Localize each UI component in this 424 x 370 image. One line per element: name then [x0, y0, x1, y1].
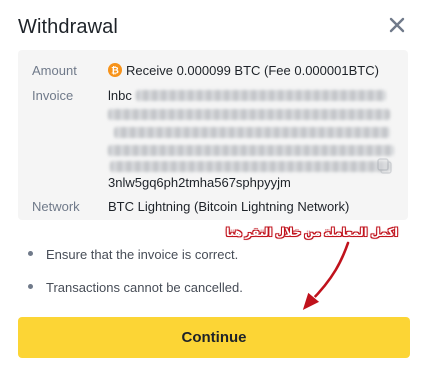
network-row: Network BTC Lightning (Bitcoin Lightning…: [18, 198, 408, 216]
invoice-prefix: lnbc: [108, 88, 132, 103]
invoice-line: [108, 125, 398, 138]
invoice-label: Invoice: [32, 88, 74, 103]
invoice-line: lnbc: [108, 88, 398, 103]
invoice-suffix: 3nlw5gq6ph2tmha567sphpyyjm: [108, 175, 291, 190]
bullet-icon: [28, 284, 33, 289]
redacted-text: [114, 127, 390, 138]
invoice-line: 3nlw5gq6ph2tmha567sphpyyjm: [108, 175, 398, 190]
red-arrow-icon: [301, 240, 351, 312]
network-value: BTC Lightning (Bitcoin Lightning Network…: [108, 199, 350, 214]
redacted-text: [108, 109, 390, 120]
invoice-row: Invoice lnbc 3nlw5gq6ph2tmha567sphpyyjm: [18, 87, 408, 190]
invoice-line: [108, 107, 398, 120]
bullet-icon: [28, 251, 33, 256]
continue-button[interactable]: Continue: [18, 317, 410, 358]
copy-icon[interactable]: [376, 157, 394, 175]
close-icon: [389, 17, 405, 33]
note-text: Transactions cannot be cancelled.: [46, 280, 243, 295]
amount-row: Amount ₿ Receive 0.000099 BTC (Fee 0.000…: [18, 62, 408, 80]
redacted-text: [136, 90, 386, 101]
network-label: Network: [32, 199, 80, 214]
annotation-text: اكمل المعاملة من خلال النقر هنا: [225, 227, 398, 239]
withdrawal-details: Amount ₿ Receive 0.000099 BTC (Fee 0.000…: [18, 50, 408, 220]
invoice-line: [108, 159, 398, 172]
svg-text:₿: ₿: [111, 66, 119, 77]
amount-value: Receive 0.000099 BTC (Fee 0.000001BTC): [126, 63, 379, 78]
invoice-line: [108, 143, 398, 156]
amount-label: Amount: [32, 63, 77, 78]
redacted-text: [108, 145, 394, 156]
close-button[interactable]: [386, 14, 408, 36]
btc-icon: ₿: [108, 63, 122, 77]
withdrawal-modal: Withdrawal Amount ₿ Receive 0.000099 BTC…: [0, 0, 424, 370]
invoice-value: lnbc 3nlw5gq6ph2tmha567sphpyyjm: [108, 87, 398, 190]
note-text: Ensure that the invoice is correct.: [46, 247, 239, 262]
continue-label: Continue: [181, 329, 247, 346]
modal-title: Withdrawal: [18, 16, 118, 38]
redacted-text: [110, 161, 390, 172]
modal-header: Withdrawal: [18, 14, 410, 42]
